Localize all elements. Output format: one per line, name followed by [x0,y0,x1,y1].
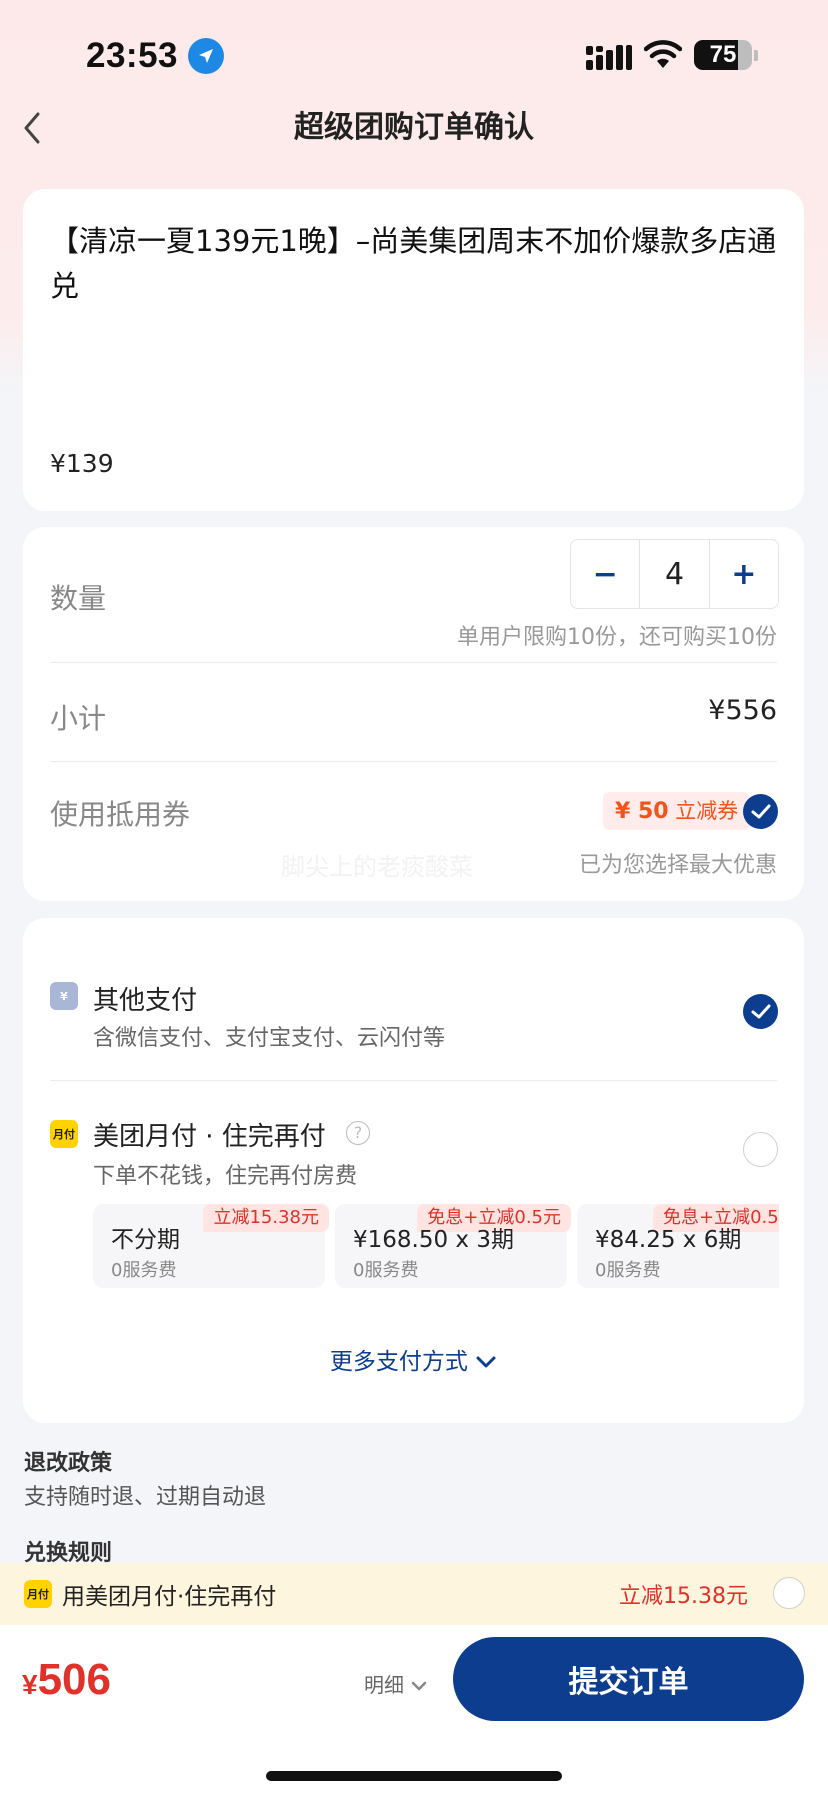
wifi-icon [643,40,683,70]
cellular-signal-icon [586,44,632,70]
coupon-amount: ¥ 50 [615,799,669,824]
refund-policy-text: 支持随时退、过期自动退 [24,1485,267,1510]
other-payment-desc: 含微信支付、支付宝支付、云闪付等 [93,1026,446,1051]
best-discount-text: 已为您选择最大优惠 [578,853,777,878]
watermark-text: 脚尖上的老痰酸菜 [281,853,473,881]
promo-label: 用美团月付·住完再付 [62,1584,277,1610]
coupon-checked-icon[interactable] [743,794,778,829]
meituan-pay-title[interactable]: 美团月付 · 住完再付 [93,1116,326,1153]
battery-level: 75 [709,41,737,68]
chevron-down-icon [475,1349,497,1375]
coupon-badge[interactable]: ¥ 50 立减券 [603,792,751,830]
installment-options: 立减15.38元 不分期 0服务费 免息+立减0.5元 ¥168.50 x 3期… [93,1188,779,1288]
installment-sub: 0服务费 [111,1260,177,1281]
payment-card: ¥ 其他支付 含微信支付、支付宝支付、云闪付等 月付 美团月付 · 住完再付 ?… [23,918,804,1423]
divider [50,1080,777,1081]
quantity-label: 数量 [50,582,107,615]
currency-symbol: ¥ [22,1669,38,1700]
submit-order-button[interactable]: 提交订单 [453,1637,804,1721]
quantity-value[interactable]: 4 [639,540,710,608]
promo-discount: 立减15.38元 [619,1584,748,1609]
product-card: 【清凉一夏139元1晚】–尚美集团周末不加价爆款多店通兑 ¥139 [23,189,804,511]
subtotal-label: 小计 [50,702,107,735]
coupon-label: 使用抵用券 [50,798,191,831]
order-details-card: 数量 − 4 + 单用户限购10份，还可购买10份 小计 ¥556 使用抵用券 … [23,527,804,901]
installment-option[interactable]: 立减15.38元 不分期 0服务费 [93,1204,329,1288]
battery-cap [754,50,758,61]
installment-sub: 0服务费 [595,1260,661,1281]
quantity-stepper: − 4 + [570,539,779,609]
refund-policy-title: 退改政策 [24,1451,113,1476]
divider [50,761,777,762]
home-indicator [266,1771,562,1781]
meituan-pay-desc: 下单不花钱，住完再付房费 [93,1164,358,1189]
divider [50,662,777,663]
promo-radio[interactable] [773,1577,805,1609]
detail-label: 明细 [364,1673,404,1697]
total-price: ¥506 [22,1655,111,1705]
installment-main: ¥84.25 x 6期 [595,1227,742,1253]
battery-icon: 75 [694,40,752,70]
more-payment-methods[interactable]: 更多支付方式 [23,1342,804,1376]
subtotal-value: ¥556 [708,695,777,726]
status-bar: 23:53 75 [0,0,828,110]
installment-sub: 0服务费 [353,1260,419,1281]
help-icon[interactable]: ? [346,1121,370,1145]
meituan-pay-radio[interactable] [743,1132,778,1167]
installment-tag: 立减15.38元 [203,1204,329,1232]
coupon-type: 立减券 [675,799,739,823]
promo-bar[interactable]: 月付 用美团月付·住完再付 立减15.38元 [0,1563,828,1625]
meituan-pay-icon: 月付 [24,1580,52,1608]
meituan-pay-icon: 月付 [50,1120,78,1148]
installment-main: ¥168.50 x 3期 [353,1227,514,1253]
location-arrow-icon [188,38,224,74]
total-amount: 506 [37,1655,111,1704]
installment-main: 不分期 [111,1227,180,1253]
price-detail-link[interactable]: 明细 [364,1669,428,1698]
increase-button[interactable]: + [710,540,778,608]
status-time: 23:53 [86,36,179,75]
page-title: 超级团购订单确认 [294,110,534,145]
bottom-bar: ¥506 明细 提交订单 [0,1625,828,1795]
decrease-button[interactable]: − [571,540,639,608]
other-payment-checked-icon[interactable] [743,994,778,1029]
more-payment-label: 更多支付方式 [329,1349,468,1375]
other-payment-icon: ¥ [50,982,78,1010]
other-payment-title[interactable]: 其他支付 [93,980,197,1017]
purchase-limit-text: 单用户限购10份，还可购买10份 [457,625,777,650]
product-title: 【清凉一夏139元1晚】–尚美集团周末不加价爆款多店通兑 [50,224,777,303]
product-price: ¥139 [50,449,114,478]
installment-option[interactable]: 免息+立减0.5元 ¥84.25 x 6期 0服务费 [577,1204,779,1288]
installment-option[interactable]: 免息+立减0.5元 ¥168.50 x 3期 0服务费 [335,1204,571,1288]
chevron-down-icon [410,1673,428,1697]
